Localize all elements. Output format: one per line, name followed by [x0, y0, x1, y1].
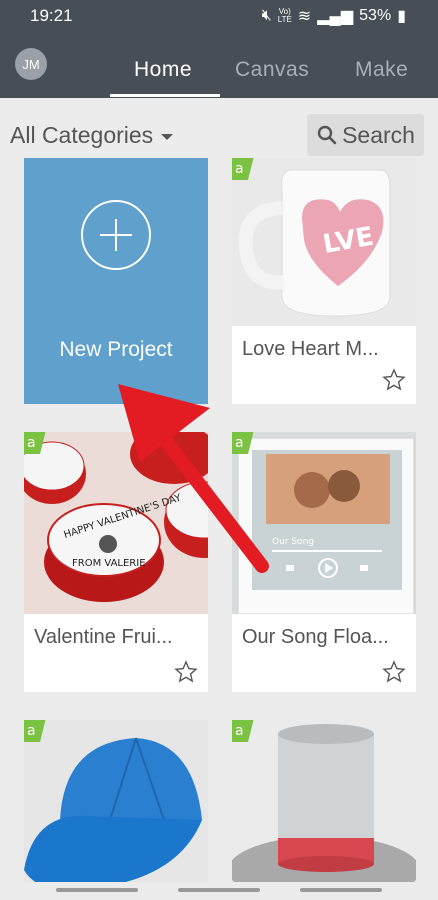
project-title: Valentine Frui...: [34, 626, 173, 648]
category-label: All Categories: [10, 122, 154, 148]
access-badge-icon: a: [24, 432, 46, 454]
access-badge-icon: a: [24, 720, 46, 742]
project-thumbnail: HAPPY VALENTINE'S DAY FROM VALERIE a: [24, 432, 208, 614]
signal-icon: ▂▄▆: [317, 8, 354, 25]
nav-handle[interactable]: [178, 888, 260, 892]
project-thumbnail: LVE a: [232, 158, 416, 326]
access-badge-icon: a: [232, 720, 254, 742]
project-card[interactable]: HAPPY VALENTINE'S DAY FROM VALERIE a Val…: [24, 432, 208, 692]
new-project-card[interactable]: New Project: [24, 158, 208, 404]
search-button[interactable]: Search: [307, 114, 424, 156]
project-card[interactable]: Our Song a Our Song Floa...: [232, 432, 416, 692]
project-thumbnail: Our Song a: [232, 432, 416, 614]
battery-percent: 53%: [359, 7, 392, 24]
status-bar: 19:21 🔇︎ Vo) LTE ≋ ▂▄▆ 53% ▮: [0, 0, 438, 30]
volte-icon: Vo) LTE: [277, 7, 292, 24]
plus-circle-icon: [81, 200, 151, 270]
battery-icon: ▮: [397, 8, 406, 25]
new-project-label: New Project: [59, 338, 173, 361]
chevron-down-icon: [161, 133, 174, 140]
access-badge-icon: a: [232, 432, 254, 454]
project-card[interactable]: a: [232, 720, 416, 900]
tab-make[interactable]: Make: [355, 58, 408, 82]
active-tab-indicator: [110, 94, 220, 97]
nav-handle[interactable]: [300, 888, 382, 892]
status-icons: 🔇︎ Vo) LTE ≋ ▂▄▆ 53% ▮: [262, 6, 406, 26]
svg-text:FROM VALERIE: FROM VALERIE: [72, 558, 146, 569]
star-icon[interactable]: [382, 368, 406, 392]
mute-icon: 🔇︎: [261, 7, 272, 24]
star-icon[interactable]: [382, 660, 406, 684]
project-title: Our Song Floa...: [242, 626, 389, 648]
search-icon: [317, 125, 337, 145]
project-card[interactable]: a: [24, 720, 208, 900]
gesture-nav-bar: [0, 882, 438, 900]
svg-text:a: a: [235, 161, 244, 177]
search-label: Search: [342, 121, 415, 148]
svg-text:Our Song: Our Song: [272, 537, 314, 547]
nav-handle[interactable]: [56, 888, 138, 892]
svg-text:a: a: [235, 723, 244, 739]
project-title: Love Heart M...: [242, 338, 379, 360]
category-dropdown[interactable]: All Categories: [10, 122, 174, 149]
access-badge-icon: a: [232, 158, 254, 180]
avatar[interactable]: JM: [15, 48, 47, 80]
svg-text:a: a: [235, 435, 244, 451]
svg-text:a: a: [27, 435, 36, 451]
status-time: 19:21: [30, 6, 73, 25]
app-header: JM Home Canvas Make: [0, 30, 438, 98]
svg-text:a: a: [27, 723, 36, 739]
star-icon[interactable]: [174, 660, 198, 684]
tab-canvas[interactable]: Canvas: [235, 58, 309, 82]
project-card[interactable]: LVE a Love Heart M...: [232, 158, 416, 404]
tab-home[interactable]: Home: [134, 58, 192, 82]
project-thumbnail: a: [232, 720, 416, 900]
project-thumbnail: a: [24, 720, 208, 900]
wifi-icon: ≋: [297, 8, 312, 25]
